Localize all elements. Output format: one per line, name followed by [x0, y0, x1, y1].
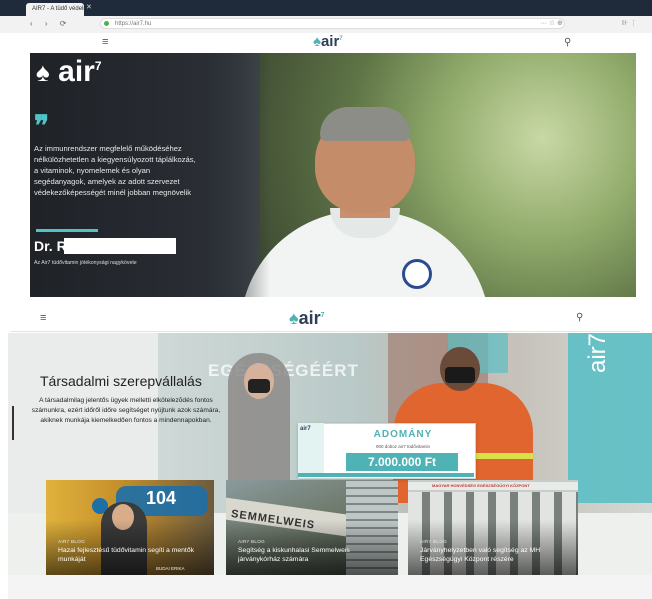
blog-card-mh[interactable]: MAGYAR HONVÉDSÉG EGÉSZSÉGÜGYI KÖZPONT AI… — [408, 480, 578, 575]
face-mask — [248, 379, 270, 393]
section-title: Társadalmi szerepvállalás — [40, 373, 202, 389]
tab-bar — [0, 0, 652, 16]
card-tag: AIR7 BLOG — [420, 539, 447, 544]
card-title[interactable]: Segítség a kiskunhalasi Semmelweis járvá… — [238, 546, 388, 564]
site-header-2 — [0, 310, 652, 330]
site-logo[interactable]: ♠air7 — [289, 308, 325, 329]
hero-logo: ♠ air7 — [36, 55, 102, 89]
name-redaction — [64, 238, 176, 254]
ambassador-name: Dr. R — [34, 238, 67, 254]
check-amount: 7.000.000 Ft — [346, 453, 458, 471]
check-subtitle: 900 doboz air7 tüdővitamin — [375, 444, 431, 449]
shirt-emblem — [402, 259, 432, 289]
hamburger-menu-icon[interactable]: ≡ — [102, 36, 108, 48]
logo-text: air — [298, 308, 321, 328]
lungs-icon: ♠ — [289, 308, 299, 328]
user-account-icon[interactable]: ⚲ — [564, 37, 571, 48]
browser-tab[interactable]: AIR7 - A tüdő védelmében — [26, 3, 84, 16]
quote-mark-icon: ❞ — [34, 109, 50, 142]
accent-divider — [36, 229, 98, 232]
text-bar — [12, 406, 14, 440]
blog-card-ambulance[interactable]: 104 AIR7 BLOG Hazai fejlesztésű tüdővita… — [46, 480, 214, 575]
ambassador-hair — [320, 107, 410, 141]
card-author: BUDAI ERIKA — [156, 566, 185, 571]
blog-card-semmelweis[interactable]: SEMMELWEIS AIR7 BLOG Segítség a kiskunha… — [226, 480, 398, 575]
check-logo: air7 — [300, 426, 311, 432]
rollup-banner-text: air7 — [584, 333, 611, 373]
ambassador-caption: Az Air7 tüdővitamin jótékonysági nagyköv… — [34, 260, 137, 266]
lungs-icon: ♠ — [313, 33, 321, 50]
site-logo[interactable]: ♠air7 — [313, 33, 343, 50]
user-account-icon[interactable]: ⚲ — [576, 312, 583, 323]
header-divider — [10, 331, 640, 332]
card-title[interactable]: Járványhelyzetben való segítség az MH Eg… — [420, 546, 570, 564]
close-tab-icon[interactable]: ✕ — [86, 3, 92, 11]
logo-sup: 7 — [320, 312, 325, 319]
logo-sup: 7 — [339, 36, 343, 42]
card-title[interactable]: Hazai fejlesztésű tüdővitamin segíti a m… — [58, 546, 208, 564]
logo-text: air — [320, 33, 340, 50]
ambulance-number: 104 — [146, 488, 177, 508]
address-bar[interactable]: https://air7.hu — [100, 18, 565, 29]
section-footer-strip — [8, 575, 652, 599]
card-tag: AIR7 BLOG — [238, 539, 265, 544]
hero-logo-text: air — [58, 55, 95, 88]
check-title: ADOMÁNY — [373, 429, 433, 440]
check-border — [298, 473, 474, 477]
hero-banner: ♠ air7 ❞ Az immunrendszer megfelelő műkö… — [30, 53, 636, 297]
browser-menu-icons[interactable]: ⊪ ⋮ — [622, 19, 637, 27]
face-mask — [445, 367, 475, 383]
building-sign-text: MAGYAR HONVÉDSÉG EGÉSZSÉGÜGYI KÖZPONT — [432, 483, 530, 488]
lungs-icon: ♠ — [36, 57, 50, 87]
navigation-buttons[interactable]: ‹ › ⟳ — [30, 19, 71, 28]
section-description: A társadalmilag jelentős ügyek melletti … — [31, 397, 221, 424]
secure-lock-icon — [104, 21, 109, 26]
hamburger-menu-icon[interactable]: ≡ — [40, 312, 46, 324]
hero-logo-sup: 7 — [94, 59, 102, 73]
card-tag: AIR7 BLOG — [58, 539, 85, 544]
csr-section: air7 EGÉSZSÉGÉÉRT air7 ADOMÁNY 900 doboz… — [8, 333, 652, 599]
hero-quote: Az immunrendszer megfelelő működéséhez n… — [34, 144, 196, 197]
address-bar-icons[interactable]: ··· ☆ ⊕ — [540, 19, 563, 27]
